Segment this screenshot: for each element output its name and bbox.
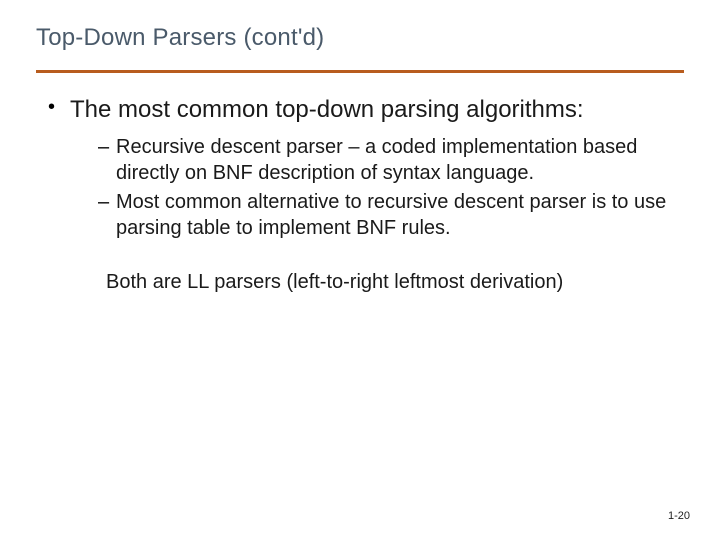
title-underline (36, 70, 684, 73)
page-number: 1-20 (668, 510, 690, 522)
bullet-list: The most common top-down parsing algorit… (36, 95, 684, 241)
closing-note: Both are LL parsers (left-to-right leftm… (106, 269, 684, 295)
sub-bullet-list: Recursive descent parser – a coded imple… (70, 135, 684, 241)
list-item: The most common top-down parsing algorit… (46, 95, 684, 241)
sub-bullet-text: Most common alternative to recursive des… (116, 191, 666, 239)
list-item: Most common alternative to recursive des… (98, 190, 680, 241)
bullet-main-text: The most common top-down parsing algorit… (70, 96, 584, 123)
slide-container: Top-Down Parsers (cont'd) The most commo… (0, 0, 720, 540)
slide-title: Top-Down Parsers (cont'd) (36, 24, 684, 52)
list-item: Recursive descent parser – a coded imple… (98, 135, 680, 186)
sub-bullet-text: Recursive descent parser – a coded imple… (116, 136, 637, 184)
